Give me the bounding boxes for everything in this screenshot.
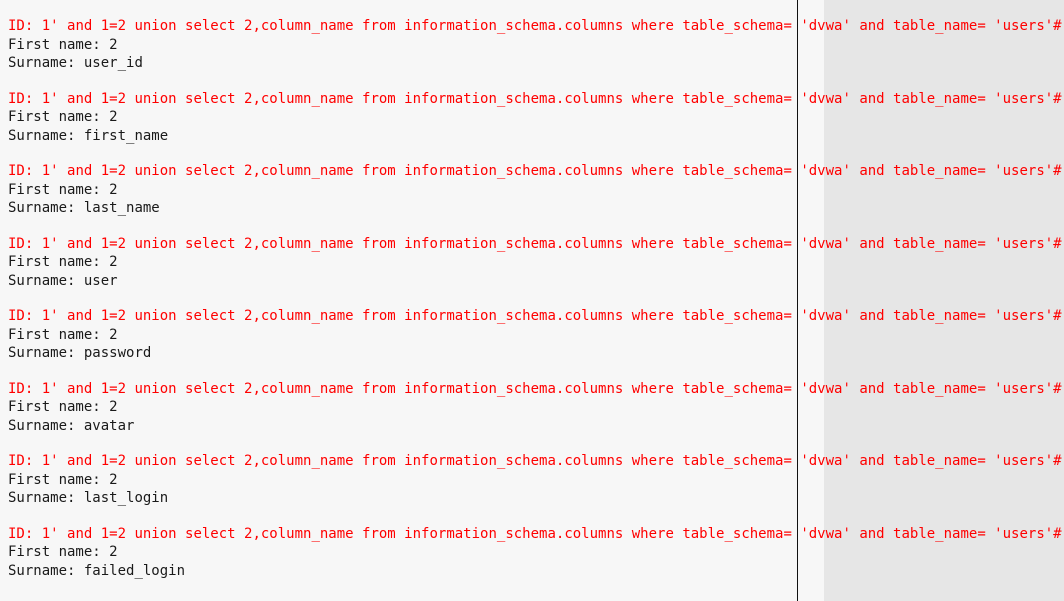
id-line-label: ID:: [8, 525, 34, 542]
first-name-line-label: First name:: [8, 471, 101, 488]
first-name-line-label: First name:: [8, 254, 101, 270]
surname-line-value: password: [83, 345, 152, 361]
first-name-line: First name: 2: [8, 543, 1058, 562]
surname-line: Surname: first_name: [8, 127, 1058, 146]
id-line-label: ID:: [8, 235, 34, 252]
surname-line-value: user_id: [83, 55, 143, 71]
id-line: ID: 1' and 1=2 union select 2,column_nam…: [8, 525, 1062, 544]
surname-line-value: first_name: [83, 127, 169, 144]
first-name-line: First name: 2: [8, 253, 1058, 272]
result-block: ID: 1' and 1=2 union select 2,column_nam…: [8, 17, 1062, 90]
surname-line-label: Surname:: [8, 345, 76, 361]
first-name-line-value: 2: [109, 36, 118, 53]
first-name-line-value: 2: [109, 109, 118, 125]
id-line-value: 1' and 1=2 union select 2,column_name fr…: [41, 90, 1062, 107]
first-name-line: First name: 2: [8, 181, 1058, 200]
id-line: ID: 1' and 1=2 union select 2,column_nam…: [8, 452, 1062, 471]
id-line-value: 1' and 1=2 union select 2,column_name fr…: [41, 163, 1062, 179]
id-line: ID: 1' and 1=2 union select 2,column_nam…: [8, 17, 1062, 36]
result-block: ID: 1' and 1=2 union select 2,column_nam…: [8, 162, 1062, 235]
result-block: ID: 1' and 1=2 union select 2,column_nam…: [8, 235, 1062, 308]
first-name-line-value: 2: [109, 181, 118, 198]
id-line-label: ID:: [8, 308, 34, 324]
first-name-line-label: First name:: [8, 544, 101, 560]
id-line: ID: 1' and 1=2 union select 2,column_nam…: [8, 307, 1062, 326]
id-line: ID: 1' and 1=2 union select 2,column_nam…: [8, 90, 1062, 109]
id-line-label: ID:: [8, 453, 34, 469]
id-line-value: 1' and 1=2 union select 2,column_name fr…: [41, 18, 1062, 34]
surname-line-value: failed_login: [83, 562, 186, 579]
first-name-line-label: First name:: [8, 399, 101, 415]
surname-line: Surname: last_name: [8, 199, 1058, 218]
first-name-line-label: First name:: [8, 109, 101, 125]
surname-line-value: avatar: [83, 417, 135, 434]
first-name-line-value: 2: [109, 254, 118, 270]
surname-line: Surname: password: [8, 344, 1058, 363]
surname-line: Surname: failed_login: [8, 562, 1058, 581]
first-name-line: First name: 2: [8, 108, 1058, 127]
surname-line: Surname: user_id: [8, 54, 1058, 73]
id-line-label: ID:: [8, 90, 34, 107]
id-line: ID: 1' and 1=2 union select 2,column_nam…: [8, 162, 1062, 181]
surname-line-label: Surname:: [8, 272, 76, 289]
result-block: ID: 1' and 1=2 union select 2,column_nam…: [8, 307, 1062, 380]
first-name-line: First name: 2: [8, 326, 1058, 345]
first-name-line-value: 2: [109, 326, 118, 343]
id-line: ID: 1' and 1=2 union select 2,column_nam…: [8, 380, 1062, 399]
surname-line: Surname: user: [8, 272, 1058, 291]
surname-line-label: Surname:: [8, 200, 76, 216]
id-line-value: 1' and 1=2 union select 2,column_name fr…: [41, 525, 1062, 542]
first-name-line-value: 2: [109, 544, 118, 560]
id-line-label: ID:: [8, 163, 34, 179]
surname-line-label: Surname:: [8, 417, 76, 434]
surname-line-value: last_name: [83, 200, 160, 216]
id-line-value: 1' and 1=2 union select 2,column_name fr…: [41, 380, 1062, 397]
first-name-line-value: 2: [109, 471, 118, 488]
id-line-value: 1' and 1=2 union select 2,column_name fr…: [41, 235, 1062, 252]
id-line: ID: 1' and 1=2 union select 2,column_nam…: [8, 235, 1062, 254]
surname-line-label: Surname:: [8, 490, 76, 506]
surname-line-label: Surname:: [8, 55, 76, 71]
surname-line-label: Surname:: [8, 562, 76, 579]
first-name-line-label: First name:: [8, 181, 101, 198]
first-name-line-label: First name:: [8, 326, 101, 343]
surname-line-label: Surname:: [8, 127, 76, 144]
surname-line: Surname: avatar: [8, 417, 1058, 436]
first-name-line: First name: 2: [8, 471, 1058, 490]
result-block: ID: 1' and 1=2 union select 2,column_nam…: [8, 380, 1062, 453]
first-name-line-label: First name:: [8, 36, 101, 53]
surname-line-value: last_login: [83, 490, 169, 506]
surname-line-value: user: [83, 272, 118, 289]
first-name-line: First name: 2: [8, 398, 1058, 417]
result-block: ID: 1' and 1=2 union select 2,column_nam…: [8, 90, 1062, 163]
first-name-line-value: 2: [109, 399, 118, 415]
first-name-line: First name: 2: [8, 36, 1058, 55]
id-line-label: ID:: [8, 18, 34, 34]
result-block: ID: 1' and 1=2 union select 2,column_nam…: [8, 452, 1062, 525]
id-line-label: ID:: [8, 380, 34, 397]
query-results: ID: 1' and 1=2 union select 2,column_nam…: [8, 17, 1062, 598]
id-line-value: 1' and 1=2 union select 2,column_name fr…: [41, 308, 1062, 324]
result-block: ID: 1' and 1=2 union select 2,column_nam…: [8, 525, 1062, 598]
id-line-value: 1' and 1=2 union select 2,column_name fr…: [41, 453, 1062, 469]
surname-line: Surname: last_login: [8, 489, 1058, 508]
